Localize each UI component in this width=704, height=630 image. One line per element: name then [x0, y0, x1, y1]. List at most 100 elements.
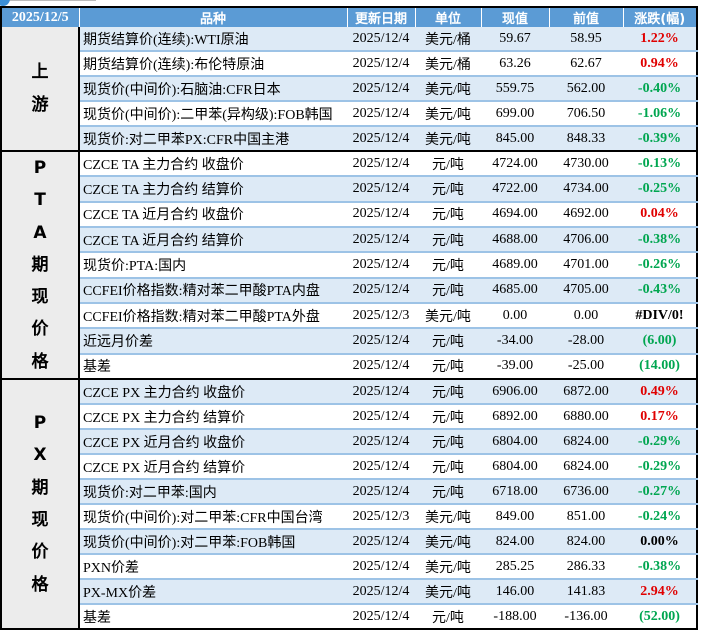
cell-name: CZCE PX 近月合约 结算价 [79, 454, 347, 481]
cell-name: CZCE PX 近月合约 收盘价 [79, 429, 347, 456]
cell-name: CZCE PX 主力合约 结算价 [79, 404, 347, 431]
cell-previous: 851.00 [549, 504, 623, 531]
cell-previous: 6824.00 [549, 454, 623, 481]
divider [0, 0, 96, 1]
cell-unit: 元/吨 [415, 379, 481, 406]
cell-current: 6892.00 [481, 404, 549, 431]
col-header-previous: 前值 [548, 7, 623, 27]
cell-date: 2025/12/4 [347, 201, 415, 228]
cell-date: 2025/12/4 [347, 76, 415, 102]
cell-date: 2025/12/4 [347, 277, 415, 304]
cell-unit: 元/吨 [415, 454, 481, 481]
cell-current: 63.26 [481, 51, 549, 77]
group-label-text: PX期现价格 [31, 413, 49, 595]
cell-change: -0.29% [623, 454, 697, 481]
table-row: 上游 期货结算价(连续):WTI原油 2025/12/4 美元/桶 59.67 58.95… [1, 27, 697, 152]
cell-name: PXN价差 [79, 554, 347, 581]
cell-previous: 6880.00 [549, 404, 623, 431]
cell-previous: 562.00 [549, 76, 623, 102]
cell-unit: 元/吨 [415, 604, 481, 630]
cell-name: 现货价:对二甲苯:国内 [79, 479, 347, 506]
cell-unit: 美元/吨 [415, 529, 481, 556]
cell-change: 0.04% [623, 201, 697, 228]
cell-change: -0.38% [623, 226, 697, 254]
table-row: CCFEI价格指数:精对苯二甲酸PTA内盘 2025/12/4 元/吨 4685.00… [1, 277, 697, 304]
cell-unit: 美元/吨 [415, 302, 481, 330]
cell-name: 现货价:对二甲苯PX:CFR中国主港 [79, 126, 347, 152]
cell-name: 期货结算价(连续):布伦特原油 [79, 51, 347, 77]
cell-unit: 美元/吨 [415, 76, 481, 102]
cell-current: 824.00 [481, 529, 549, 556]
col-header-date: 更新日期 [346, 7, 415, 27]
cell-change: -1.06% [623, 101, 697, 127]
cell-unit: 元/吨 [415, 328, 481, 355]
group-label: PTA期现价格 [1, 151, 80, 381]
cell-date: 2025/12/4 [347, 101, 415, 127]
header-row: 2025/12/5 品种 更新日期 单位 现值 前值 涨跌(幅) [1, 7, 697, 27]
table-row: PX期现价格 CZCE PX 主力合约 收盘价 2025/12/4 元/吨 6906.0… [1, 379, 697, 630]
cell-previous: 4734.00 [549, 176, 623, 203]
cell-unit: 美元/吨 [415, 101, 481, 127]
table-row: CZCE TA 近月合约 收盘价 2025/12/4 元/吨 4694.00 4692.… [1, 201, 697, 228]
table-row: 现货价(中间价):二甲苯(异构级):FOB韩国 2025/12/4 美元/吨 699.… [1, 101, 697, 127]
table-row: 现货价(中间价):石脑油:CFR日本 2025/12/4 美元/吨 559.75 562… [1, 76, 697, 102]
table-row: 现货价(中间价):对二甲苯:FOB韩国 2025/12/4 美元/吨 824.00 82… [1, 529, 697, 556]
col-header-current: 现值 [480, 7, 549, 27]
cell-change: (6.00) [623, 328, 697, 355]
cell-unit: 元/吨 [415, 479, 481, 506]
cell-current: 849.00 [481, 504, 549, 531]
table-row: PTA期现价格 CZCE TA 主力合约 收盘价 2025/12/4 元/吨 4724.… [1, 151, 697, 381]
cell-date: 2025/12/4 [347, 51, 415, 77]
cell-name: 现货价(中间价):二甲苯(异构级):FOB韩国 [79, 101, 347, 127]
cell-date: 2025/12/3 [347, 504, 415, 531]
group-label: PX期现价格 [1, 379, 80, 630]
cell-previous: 6824.00 [549, 429, 623, 456]
cell-date: 2025/12/4 [347, 379, 415, 406]
cell-change: -0.40% [623, 76, 697, 102]
table-row: 基差 2025/12/4 元/吨 -188.00 -136.00 (52.00) [1, 604, 697, 630]
table-row: 现货价:对二甲苯:国内 2025/12/4 元/吨 6718.00 6736.00 -0.… [1, 479, 697, 506]
price-table: 2025/12/5 品种 更新日期 单位 现值 前值 涨跌(幅) 上游 期货结算价… [0, 6, 698, 630]
cell-name: 基差 [79, 604, 347, 630]
cell-name: 现货价(中间价):对二甲苯:FOB韩国 [79, 529, 347, 556]
cell-previous: -25.00 [549, 353, 623, 381]
cell-date: 2025/12/4 [347, 151, 415, 178]
cell-unit: 美元/吨 [415, 579, 481, 606]
cell-current: 6906.00 [481, 379, 549, 406]
cell-name: 现货价(中间价):对二甲苯:CFR中国台湾 [79, 504, 347, 531]
group-label-text: 上游 [31, 62, 49, 115]
cell-change: 0.17% [623, 404, 697, 431]
table-row: 现货价(中间价):对二甲苯:CFR中国台湾 2025/12/3 美元/吨 849.00… [1, 504, 697, 531]
cell-name: CZCE TA 主力合约 收盘价 [79, 151, 347, 178]
cell-date: 2025/12/3 [347, 302, 415, 330]
group-label-text: PTA期现价格 [31, 158, 49, 372]
table-row: CZCE TA 近月合约 结算价 2025/12/4 元/吨 4688.00 4706.… [1, 226, 697, 254]
cell-name: 现货价:PTA:国内 [79, 252, 347, 279]
cell-unit: 元/吨 [415, 277, 481, 304]
cell-previous: 4701.00 [549, 252, 623, 279]
cell-previous: 4706.00 [549, 226, 623, 254]
table-row: PXN价差 2025/12/4 美元/吨 285.25 286.33 -0.38% [1, 554, 697, 581]
cell-name: 近远月价差 [79, 328, 347, 355]
cell-change: -0.24% [623, 504, 697, 531]
cell-unit: 美元/桶 [415, 51, 481, 77]
cell-change: -0.25% [623, 176, 697, 203]
cell-previous: 4730.00 [549, 151, 623, 178]
table-row: CZCE PX 近月合约 收盘价 2025/12/4 元/吨 6804.00 6824.… [1, 429, 697, 456]
cell-previous: 4705.00 [549, 277, 623, 304]
cell-date: 2025/12/4 [347, 554, 415, 581]
cell-name: CCFEI价格指数:精对苯二甲酸PTA外盘 [79, 302, 347, 330]
cell-name: CZCE TA 近月合约 收盘价 [79, 201, 347, 228]
cell-date: 2025/12/4 [347, 353, 415, 381]
col-header-name: 品种 [78, 7, 347, 27]
cell-unit: 元/吨 [415, 252, 481, 279]
cell-current: 146.00 [481, 579, 549, 606]
cell-previous: 824.00 [549, 529, 623, 556]
table-row: 期货结算价(连续):布伦特原油 2025/12/4 美元/桶 63.26 62.67 0.… [1, 51, 697, 77]
cell-previous: -28.00 [549, 328, 623, 355]
cell-previous: 286.33 [549, 554, 623, 581]
table-row: CZCE TA 主力合约 结算价 2025/12/4 元/吨 4722.00 4734.… [1, 176, 697, 203]
table-row: 基差 2025/12/4 元/吨 -39.00 -25.00 (14.00) [1, 353, 697, 381]
table-row: CCFEI价格指数:精对苯二甲酸PTA外盘 2025/12/3 美元/吨 0.00 0.… [1, 302, 697, 330]
cell-date: 2025/12/4 [347, 479, 415, 506]
